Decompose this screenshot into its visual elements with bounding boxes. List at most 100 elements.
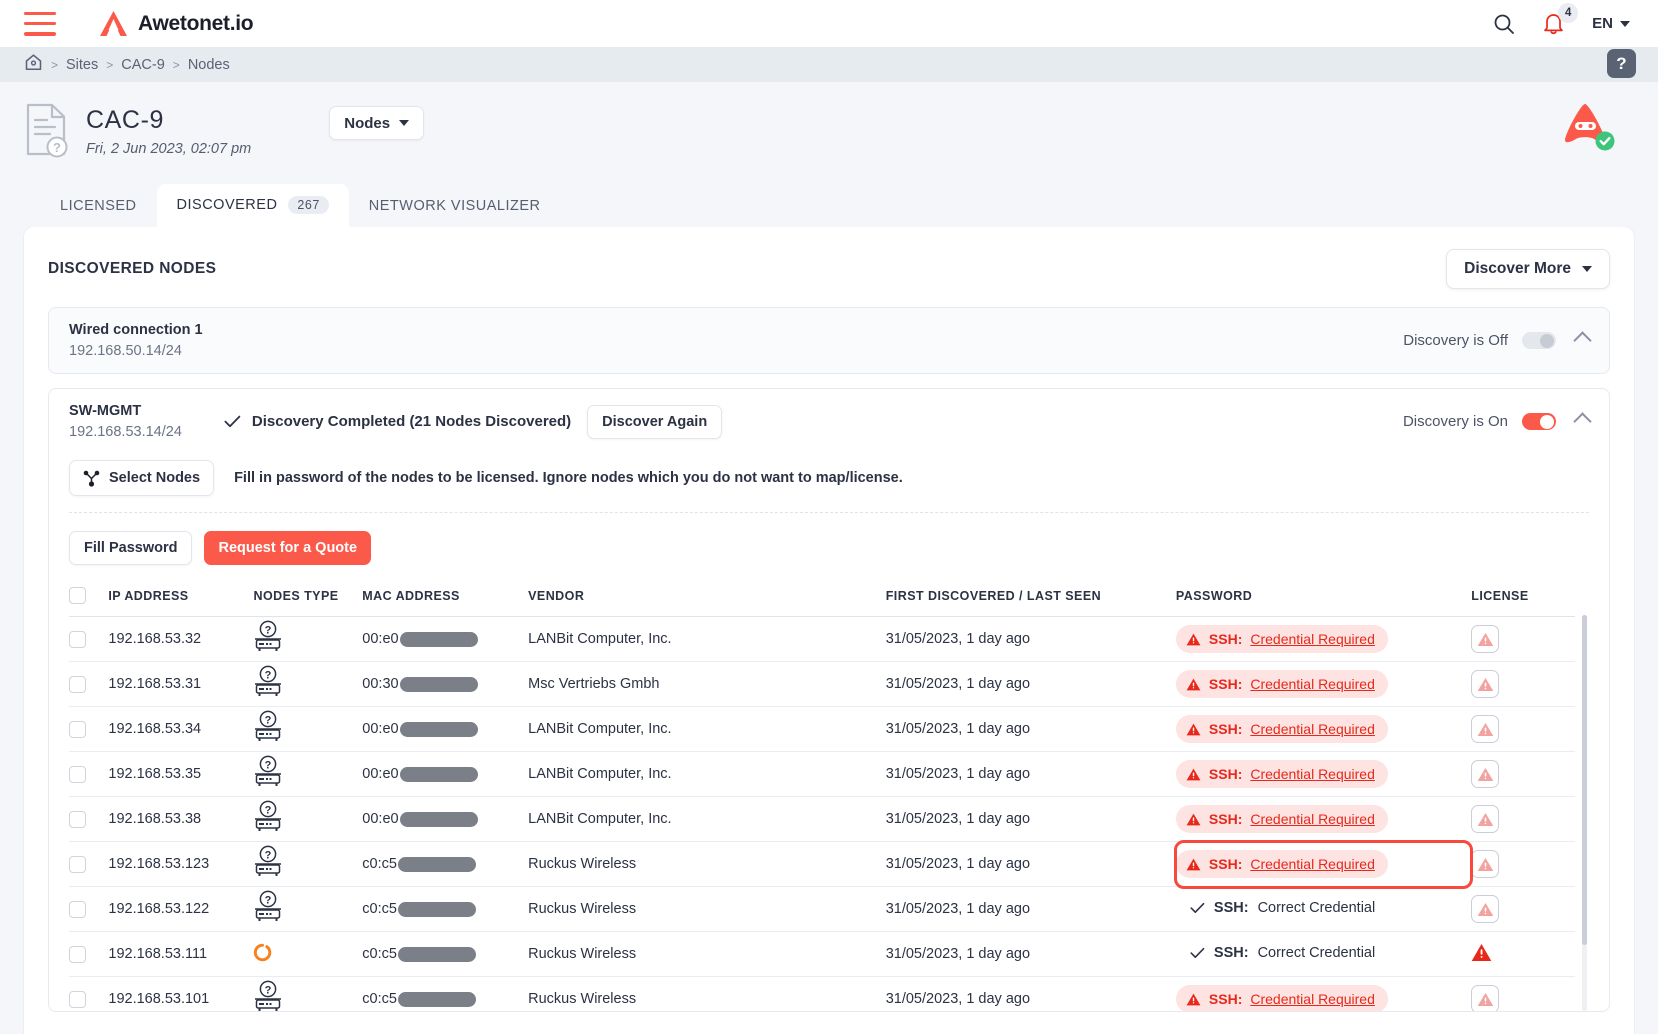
password-protocol-label: SSH: [1208,721,1243,737]
table-row[interactable]: 192.168.53.101 ? c0:c5 Ruckus Wireless 31/… [69,976,1575,1011]
password-credential-required-badge[interactable]: SSH: Credential Required [1175,805,1388,833]
tab-discovered[interactable]: DISCOVERED 267 [156,184,349,227]
credential-required-link[interactable]: Credential Required [1250,721,1375,737]
warning-triangle-icon [1186,633,1201,645]
password-protocol-label: SSH: [1208,631,1243,647]
notification-bell-icon[interactable]: 4 [1543,3,1579,35]
credential-required-link[interactable]: Credential Required [1250,811,1375,827]
table-row[interactable]: 192.168.53.111 c0:c5 Ruckus Wireless 31/05… [69,931,1575,977]
credential-required-link[interactable]: Credential Required [1250,766,1375,782]
license-warning-button[interactable] [1471,805,1500,833]
table-row[interactable]: 192.168.53.38 ? 00:e0 LANBit Computer, In… [69,796,1575,842]
cell-password[interactable]: SSH: Correct Credential [1175,886,1472,932]
cell-password[interactable]: SSH: Credential Required [1175,706,1472,752]
row-checkbox[interactable] [69,765,86,783]
row-select-cell [69,796,109,842]
cell-password[interactable]: SSH: Credential Required [1175,751,1472,797]
site-timestamp: Fri, 2 Jun 2023, 02:07 pm [86,141,252,157]
license-warning-button[interactable] [1471,670,1500,698]
select-nodes-button[interactable]: Select Nodes [69,460,215,496]
brand-logo[interactable]: Awetonet.io [99,10,254,37]
password-credential-required-badge[interactable]: SSH: Credential Required [1175,985,1388,1011]
cell-mac: 00:30 [362,661,529,707]
cell-mac: 00:e0 [362,706,529,752]
discovery-toggle-label: Discovery is Off [1403,332,1508,349]
credential-required-link[interactable]: Credential Required [1250,991,1375,1007]
license-warning-button[interactable] [1471,760,1500,788]
cell-password[interactable]: SSH: Credential Required [1175,796,1472,842]
tab-licensed[interactable]: LICENSED [40,186,157,227]
discover-more-button[interactable]: Discover More [1446,249,1610,289]
license-warning-button[interactable] [1471,850,1500,878]
row-checkbox[interactable] [69,630,86,648]
table-scrollbar[interactable] [1582,615,1587,1011]
page-title: CAC-9 [86,106,165,134]
request-quote-button[interactable]: Request for a Quote [204,531,372,565]
cell-password[interactable]: SSH: Credential Required [1175,976,1472,1011]
discovery-toggle[interactable] [1522,332,1556,349]
breadcrumb-item-sites[interactable]: Sites [66,57,98,73]
fill-password-button[interactable]: Fill Password [69,531,193,565]
row-checkbox[interactable] [69,720,86,738]
panel-name: Wired connection 1 [69,322,203,338]
mac-masked-segment [399,811,478,827]
collapse-chevron-icon[interactable] [1573,331,1592,350]
nodes-dropdown[interactable]: Nodes [329,106,425,140]
svg-text:?: ? [53,140,61,155]
table-row[interactable]: 192.168.53.32 ? 00:e0 LANBit Computer, In… [69,616,1575,662]
row-checkbox[interactable] [69,945,86,963]
table-scrollbar-thumb[interactable] [1582,615,1587,945]
home-icon[interactable] [24,53,43,76]
table-row[interactable]: 192.168.53.123 ? c0:c5 Ruckus Wireless 31/… [69,839,1575,889]
svg-text:?: ? [265,805,272,817]
row-checkbox[interactable] [69,900,86,918]
password-protocol-label: SSH: [1208,676,1243,692]
cell-password[interactable]: SSH: Correct Credential [1175,931,1472,977]
top-navigation-bar: Awetonet.io 4 EN [0,0,1658,47]
breadcrumb-item-nodes[interactable]: Nodes [188,57,230,73]
password-credential-required-badge[interactable]: SSH: Credential Required [1175,670,1388,698]
search-icon[interactable] [1493,13,1515,35]
table-row[interactable]: 192.168.53.31 ? 00:30 Msc Vertriebs Gmbh 3… [69,661,1575,707]
password-credential-required-badge[interactable]: SSH: Credential Required [1175,850,1388,878]
credential-required-link[interactable]: Credential Required [1250,676,1375,692]
password-credential-required-badge[interactable]: SSH: Credential Required [1175,625,1388,653]
language-selector[interactable]: EN [1592,15,1630,32]
breadcrumb-item-cac9[interactable]: CAC-9 [121,57,165,73]
table-row[interactable]: 192.168.53.34 ? 00:e0 LANBit Computer, In… [69,706,1575,752]
credential-required-link[interactable]: Credential Required [1250,856,1375,872]
license-warning-button[interactable] [1471,625,1500,653]
discover-again-button[interactable]: Discover Again [587,404,723,439]
select-all-checkbox[interactable] [69,587,86,604]
password-credential-required-badge[interactable]: SSH: Credential Required [1175,715,1388,743]
warning-triangle-icon [1477,677,1494,691]
table-row[interactable]: 192.168.53.122 ? c0:c5 Ruckus Wireless 31/… [69,886,1575,932]
license-warning-button[interactable] [1471,895,1500,923]
collapse-chevron-icon[interactable] [1573,412,1592,431]
header-password: PASSWORD [1175,581,1472,617]
cell-node-type: ? [253,751,363,797]
mac-masked-segment [397,946,476,962]
row-checkbox[interactable] [69,675,86,693]
hamburger-menu-icon[interactable] [24,11,56,36]
password-credential-required-badge[interactable]: SSH: Credential Required [1175,760,1388,788]
cell-discovered: 31/05/2023, 1 day ago [885,661,1176,707]
license-warning-button[interactable] [1471,985,1500,1011]
tab-network-visualizer[interactable]: NETWORK VISUALIZER [349,186,561,227]
row-checkbox[interactable] [69,810,86,828]
help-button[interactable]: ? [1607,49,1636,78]
cell-password[interactable]: SSH: Credential Required [1175,616,1472,662]
header-type: NODES TYPE [253,581,363,617]
table-row[interactable]: 192.168.53.35 ? 00:e0 LANBit Computer, In… [69,751,1575,797]
row-checkbox[interactable] [69,990,86,1008]
cell-password[interactable]: SSH: Credential Required [1173,839,1474,889]
credential-required-link[interactable]: Credential Required [1250,631,1375,647]
action-buttons-row: Fill Password Request for a Quote [69,513,1589,581]
row-checkbox[interactable] [69,855,86,873]
license-warning-icon[interactable] [1471,943,1492,966]
license-warning-button[interactable] [1471,715,1500,743]
cell-password[interactable]: SSH: Credential Required [1175,661,1472,707]
discovery-toggle[interactable] [1522,413,1556,430]
app-root: Awetonet.io 4 EN > Sites > CAC-9 > Nodes… [0,0,1658,1034]
cell-vendor: Ruckus Wireless [528,931,886,977]
